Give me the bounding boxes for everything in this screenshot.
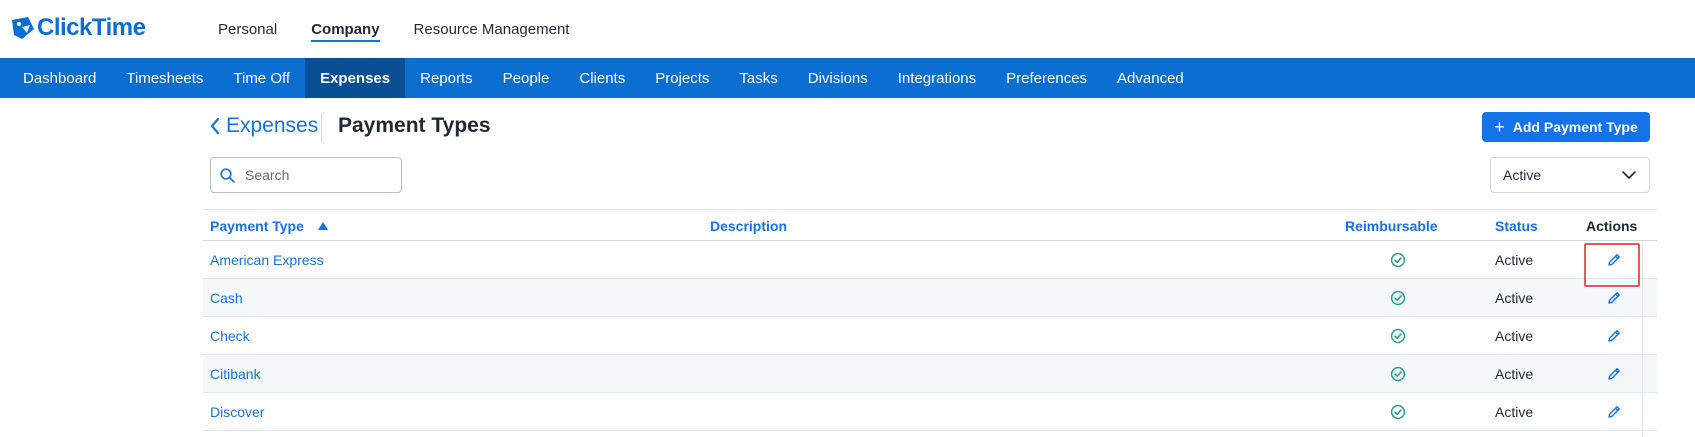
add-button-label: Add Payment Type [1512,119,1638,135]
table-row: Discover Active [203,393,1657,431]
nav-item-dashboard[interactable]: Dashboard [0,58,111,98]
pencil-icon [1608,405,1620,418]
column-header-reimbursable[interactable]: Reimbursable [1345,210,1438,241]
status-cell: Active [1495,403,1534,420]
page-title: Payment Types [338,114,491,137]
search-input[interactable] [245,167,395,183]
nav-item-clients[interactable]: Clients [564,58,640,98]
nav-item-tasks[interactable]: Tasks [724,58,792,98]
payment-type-name[interactable]: Citibank [210,355,261,392]
status-cell: Active [1495,365,1534,382]
column-header-description[interactable]: Description [710,210,787,241]
sort-ascending-icon [317,221,328,230]
table-header: Payment Type Description Reimbursable St… [203,209,1657,241]
table-row: Cash Active [203,279,1657,317]
check-circle-icon [1390,328,1406,343]
edit-button[interactable] [1587,317,1641,354]
payment-type-name[interactable]: American Express [210,241,324,278]
edit-button[interactable] [1587,393,1641,430]
edit-button[interactable] [1587,355,1641,392]
table-row: Citibank Active [203,355,1657,393]
check-circle-icon [1390,290,1406,305]
nav-item-divisions[interactable]: Divisions [793,58,883,98]
status-filter-select[interactable]: Active [1490,157,1650,193]
edit-button-highlight [1584,243,1640,287]
plus-icon: + [1494,117,1505,137]
table-right-border [1642,241,1643,437]
column-header-payment-type-label: Payment Type [210,217,304,234]
table-row: American Express Active [203,241,1657,279]
nav-item-reports[interactable]: Reports [405,58,488,98]
main-nav: Dashboard Timesheets Time Off Expenses R… [0,58,1695,98]
column-header-status[interactable]: Status [1495,210,1538,241]
pencil-icon [1608,367,1620,380]
top-tab-personal[interactable]: Personal [218,0,277,58]
nav-item-projects[interactable]: Projects [640,58,724,98]
column-header-payment-type[interactable]: Payment Type [210,210,328,241]
payment-type-name[interactable]: Check [210,317,250,354]
column-header-actions: Actions [1586,217,1638,234]
nav-item-expenses[interactable]: Expenses [305,58,406,98]
clicktime-logo[interactable]: ClickTime [10,14,146,42]
top-tab-resource-management[interactable]: Resource Management [414,0,570,58]
search-box [210,157,402,193]
reimbursable-cell [1383,393,1413,430]
table-row: Check Active [203,317,1657,355]
header-divider [321,114,322,142]
reimbursable-cell [1383,317,1413,354]
nav-item-preferences[interactable]: Preferences [991,58,1102,98]
nav-item-timesheets[interactable]: Timesheets [111,58,218,98]
nav-item-people[interactable]: People [488,58,565,98]
status-cell: Active [1495,327,1534,344]
nav-item-advanced[interactable]: Advanced [1102,58,1199,98]
check-circle-icon [1390,404,1406,419]
check-circle-icon [1390,366,1406,381]
reimbursable-cell [1383,355,1413,392]
nav-item-integrations[interactable]: Integrations [883,58,991,98]
top-tabs: Personal Company Resource Management [218,0,603,58]
pencil-icon [1608,329,1620,342]
back-link-label: Expenses [226,114,319,137]
payment-type-name[interactable]: Discover [210,393,264,430]
status-cell: Active [1495,289,1534,306]
logo-text: ClickTime [37,14,146,41]
status-filter-value: Active [1503,167,1542,183]
nav-item-time-off[interactable]: Time Off [218,58,305,98]
status-cell: Active [1495,251,1534,268]
pencil-icon [1608,291,1620,304]
payment-type-name[interactable]: Cash [210,279,243,316]
chevron-left-icon [210,117,220,135]
check-circle-icon [1390,252,1406,267]
chevron-down-icon [1622,171,1636,179]
logo-icon [12,17,34,39]
back-to-expenses-link[interactable]: Expenses [208,114,318,138]
search-icon [220,167,235,183]
top-tab-company[interactable]: Company [311,0,380,58]
reimbursable-cell [1383,241,1413,278]
add-payment-type-button[interactable]: + Add Payment Type [1482,112,1650,142]
reimbursable-cell [1383,279,1413,316]
payment-types-table: Payment Type Description Reimbursable St… [203,209,1657,431]
top-bar: ClickTime Personal Company Resource Mana… [0,0,1695,58]
